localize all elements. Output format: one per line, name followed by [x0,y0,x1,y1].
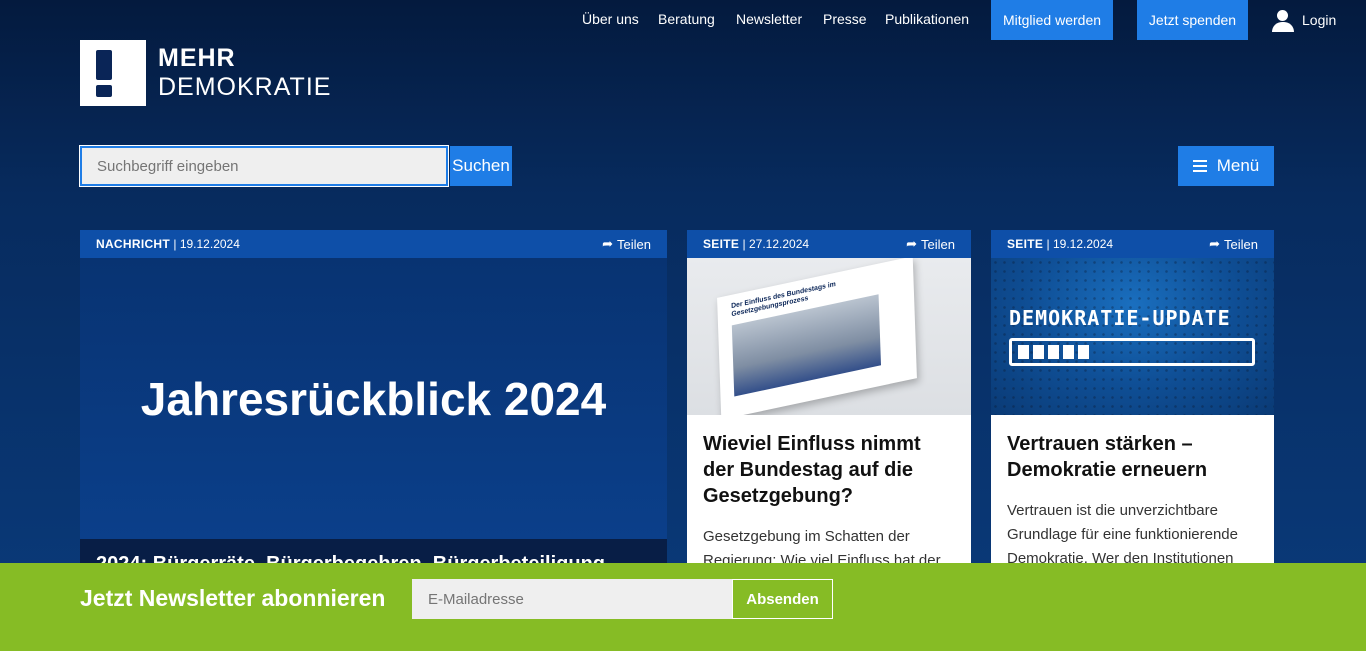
exclamation-logo-icon [80,40,146,106]
user-icon [1272,8,1294,32]
top-navigation: Über uns Beratung Newsletter Presse Publ… [0,0,1366,40]
card-headline: Vertrauen stärken – Demokratie erneuern [1007,433,1208,481]
brochure-image: Der Einfluss des Bundestags im Gesetzgeb… [717,258,917,415]
card-teaser: Vertrauen ist die unverzichtbare Grundla… [1007,502,1238,567]
login-link[interactable]: Login [1272,8,1336,32]
card-image-title: Jahresrückblick 2024 [140,372,607,425]
nav-link-newsletter[interactable]: Newsletter [736,11,802,27]
menu-label: Menü [1216,156,1260,175]
card-type: SEITE [703,237,740,251]
card-header-1: NACHRICHT | 19.12.2024 ➦ Teilen [80,230,667,258]
share-label: Teilen [921,236,955,252]
card-image-3[interactable]: DEMOKRATIE-UPDATE [991,258,1274,415]
subscribe-button[interactable]: Absenden [732,579,833,619]
nav-link-beratung[interactable]: Beratung [658,11,715,27]
nav-link-presse[interactable]: Presse [823,11,867,27]
nav-link-publikationen[interactable]: Publikationen [885,11,969,27]
card-body-3[interactable]: Vertrauen stärken – Demokratie erneuern … [991,415,1274,575]
share-button[interactable]: ➦ Teilen [1209,236,1258,252]
login-label: Login [1302,12,1337,28]
card-date: | 27.12.2024 [742,237,810,251]
card-header-3: SEITE | 19.12.2024 ➦ Teilen [991,230,1274,258]
share-button[interactable]: ➦ Teilen [906,236,955,252]
donate-button[interactable]: Jetzt spenden [1137,0,1248,40]
share-icon: ➦ [1209,236,1221,251]
hamburger-icon [1192,160,1207,172]
site-logo[interactable]: MEHR DEMOKRATIE [80,40,331,106]
search-button[interactable]: Suchen [450,146,512,186]
newsletter-bar: Jetzt Newsletter abonnieren Absenden [0,563,1366,651]
menu-button[interactable]: Menü [1178,146,1274,186]
become-member-button[interactable]: Mitglied werden [991,0,1113,40]
card-type: SEITE [1007,237,1044,251]
share-icon: ➦ [602,236,614,251]
crowd-pattern [991,258,1274,415]
card-header-2: SEITE | 27.12.2024 ➦ Teilen [687,230,971,258]
logo-text-mehr: MEHR [158,44,236,72]
card-body-2[interactable]: Wieviel Einfluss nimmt der Bundestag auf… [687,415,971,575]
nav-link-ueber-uns[interactable]: Über uns [582,11,639,27]
progress-bar-icon [1009,338,1255,366]
share-icon: ➦ [906,236,918,251]
card-type: NACHRICHT [96,237,171,251]
card-headline: Wieviel Einfluss nimmt der Bundestag auf… [703,433,921,507]
logo-text-demokratie: DEMOKRATIE [158,73,332,101]
share-button[interactable]: ➦ Teilen [602,236,651,252]
demokratie-update-title: DEMOKRATIE-UPDATE [1009,306,1231,330]
email-input[interactable] [412,579,732,619]
share-label: Teilen [1224,236,1258,252]
newsletter-title: Jetzt Newsletter abonnieren [80,585,386,611]
card-date: | 19.12.2024 [1046,237,1114,251]
card-image-1[interactable]: Jahresrückblick 2024 [80,258,667,539]
search-input[interactable] [79,145,449,187]
share-label: Teilen [617,236,651,252]
card-image-2[interactable]: Der Einfluss des Bundestags im Gesetzgeb… [687,258,971,415]
card-date: | 19.12.2024 [173,237,240,251]
